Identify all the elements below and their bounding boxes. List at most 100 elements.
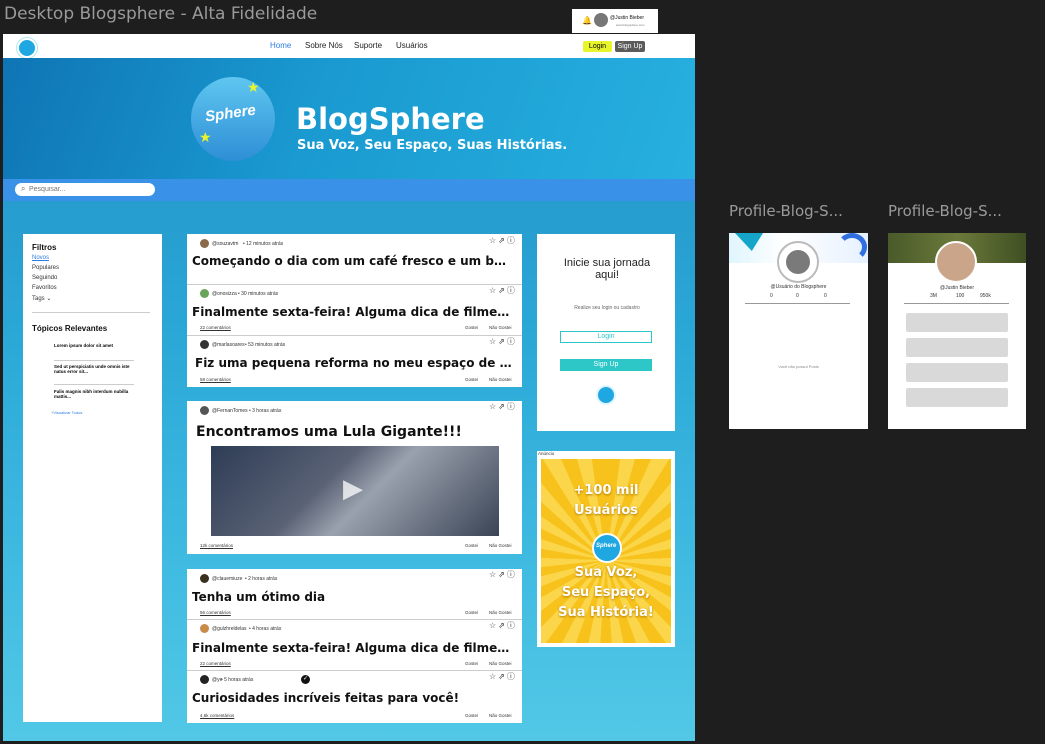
post-time: • 4 horas atrás: [249, 626, 282, 632]
topic-item[interactable]: Lorem ipsum dolor sit amet: [54, 343, 134, 348]
ad-logo-text: Sphere: [596, 543, 617, 549]
post-user[interactable]: @gulzhreldelas: [212, 626, 247, 632]
profile-frame: @Justin Bieber 3M 100 950k: [888, 233, 1026, 429]
post-card[interactable]: @gulzhreldelas • 4 horas atrás ☆⇗ⓘ Final…: [187, 620, 522, 670]
comments-link[interactable]: 4,6k comentários: [200, 713, 234, 718]
like-button[interactable]: Gostei: [465, 610, 478, 615]
hero-subtitle: Sua Voz, Seu Espaço, Suas Histórias.: [297, 138, 568, 153]
desktop-frame: Home Sobre Nós Suporte Usuários Login Si…: [3, 34, 695, 741]
dislike-button[interactable]: Não Gostei: [489, 713, 512, 718]
decor-shape: [837, 233, 867, 261]
comments-link[interactable]: 56 comentários: [200, 610, 231, 615]
login-panel-text: Realize seu login ou cadastro: [574, 305, 640, 311]
post-actions-icons[interactable]: ☆⇗ⓘ: [489, 671, 517, 682]
signup-button[interactable]: Sign Up: [615, 41, 645, 52]
post-actions-icons[interactable]: ☆⇗ⓘ: [489, 569, 517, 580]
post-skeleton: [906, 313, 1008, 332]
sphere-logo: Sphere ★ ★: [191, 77, 275, 161]
like-button[interactable]: Gostei: [465, 661, 478, 666]
post-card[interactable]: @clauemiuze • 2 horas atrás ☆⇗ⓘ Tenha um…: [187, 569, 522, 619]
like-button[interactable]: Gostei: [465, 325, 478, 330]
dislike-button[interactable]: Não Gostei: [489, 325, 512, 330]
comments-link[interactable]: 22 comentários: [200, 661, 231, 666]
avatar: [200, 239, 209, 248]
dislike-button[interactable]: Não Gostei: [489, 610, 512, 615]
divider: [54, 360, 134, 361]
login-panel: Inicie sua jornada aqui! Realize seu log…: [537, 234, 675, 431]
post-card[interactable]: @ye • 5 horas atrás ✓ ☆⇗ⓘ Curiosidades i…: [187, 671, 522, 723]
topic-item[interactable]: Sed ut perspiciatis unde omnis iste natu…: [54, 364, 134, 374]
hero-title: BlogSphere: [296, 102, 485, 136]
frame-title: Profile-Blog-S...: [729, 202, 843, 220]
nav-about[interactable]: Sobre Nós: [305, 41, 343, 50]
nav-users[interactable]: Usuários: [396, 41, 428, 50]
like-button[interactable]: Gostei: [465, 713, 478, 718]
dislike-button[interactable]: Não Gostei: [489, 661, 512, 666]
login-button[interactable]: Login: [583, 41, 612, 52]
avatar: [594, 13, 608, 27]
post-user[interactable]: @souzavtm: [212, 241, 238, 247]
post-card[interactable]: @FernanTomes • 3 horas atrás ☆⇗ⓘ Encontr…: [187, 401, 522, 554]
topics-title: Tópicos Relevantes: [32, 324, 108, 333]
post-user[interactable]: @onosizza: [212, 291, 237, 297]
dislike-button[interactable]: Não Gostei: [489, 377, 512, 382]
post-title[interactable]: Finalmente sexta-feira! Alguma dica de f…: [192, 641, 510, 655]
video-thumbnail[interactable]: ▶: [211, 446, 499, 536]
like-button[interactable]: Gostei: [465, 377, 478, 382]
filter-new[interactable]: Novos: [32, 255, 49, 261]
post-card[interactable]: @onosizza • 30 minutos atrás ☆⇗ⓘ Finalme…: [187, 285, 522, 335]
post-user[interactable]: @FernanTomes: [212, 408, 248, 414]
nav-home[interactable]: Home: [270, 41, 291, 50]
stat-followers: 3M: [930, 293, 937, 299]
comments-link[interactable]: 12k comentários: [200, 543, 233, 548]
stat-posts: 100: [956, 293, 965, 299]
ad-image[interactable]: +100 mil Usuários Sphere Sua Voz, Seu Es…: [541, 459, 671, 643]
post-title[interactable]: Começando o dia com um café fresco e um …: [192, 254, 510, 268]
login-panel-title: Inicie sua jornada aqui!: [563, 257, 651, 281]
comments-link[interactable]: 58 comentários: [200, 377, 231, 382]
like-button[interactable]: Gostei: [465, 543, 478, 548]
ad-banner[interactable]: Anúncio +100 mil Usuários Sphere Sua Voz…: [537, 451, 675, 647]
play-icon[interactable]: ▶: [343, 473, 363, 504]
post-title[interactable]: Curiosidades incríveis feitas para você!: [192, 691, 510, 705]
logo-icon[interactable]: [17, 38, 37, 58]
post-title[interactable]: Fiz uma pequena reforma no meu espaço de…: [195, 356, 513, 370]
post-title[interactable]: Finalmente sexta-feira! Alguma dica de f…: [192, 305, 510, 319]
divider: [32, 312, 150, 313]
post-actions-icons[interactable]: ☆⇗ⓘ: [489, 336, 517, 347]
post-actions-icons[interactable]: ☆⇗ⓘ: [489, 401, 517, 412]
post-title[interactable]: Tenha um ótimo dia: [192, 590, 510, 604]
user-chip[interactable]: 🔔 @Justin Bieber www.blogsphere.com: [572, 9, 658, 33]
post-time: • 2 horas atrás: [245, 576, 278, 582]
post-skeleton: [906, 363, 1008, 382]
post-actions-icons[interactable]: ☆⇗ⓘ: [489, 285, 517, 296]
comments-link[interactable]: 22 comentários: [200, 325, 231, 330]
filter-following[interactable]: Seguindo: [32, 275, 57, 281]
login-panel-signup-button[interactable]: Sign Up: [560, 359, 652, 371]
post-user[interactable]: @clauemiuze: [212, 576, 242, 582]
post-card[interactable]: @souzavtm • 12 minutos atrás ☆⇗ⓘ Começan…: [187, 234, 522, 284]
post-card[interactable]: @marlasoares • 53 minutos atrás ☆⇗ⓘ Fiz …: [187, 336, 522, 386]
post-actions-icons[interactable]: ☆⇗ⓘ: [489, 235, 517, 246]
filter-tags[interactable]: Tags ⌄: [32, 295, 51, 302]
avatar: [200, 289, 209, 298]
post-time: • 30 minutos atrás: [238, 291, 279, 297]
ad-label: Anúncio: [538, 451, 555, 456]
filter-tags-label: Tags: [32, 296, 45, 302]
ad-line: Sua História!: [558, 605, 654, 620]
search-input[interactable]: [15, 183, 155, 196]
user-chip-sub: www.blogsphere.com: [616, 23, 645, 27]
see-all-link[interactable]: +Visualizar Todos: [51, 410, 82, 415]
filter-favorites[interactable]: Favoritos: [32, 285, 57, 291]
bell-icon[interactable]: 🔔: [582, 16, 592, 25]
topic-item[interactable]: Falis magnis nibh interdum nubilla matti…: [54, 389, 134, 399]
dislike-button[interactable]: Não Gostei: [489, 543, 512, 548]
post-user[interactable]: @marlasoares: [212, 342, 245, 348]
login-panel-login-button[interactable]: Login: [560, 331, 652, 343]
filter-popular[interactable]: Populares: [32, 265, 59, 271]
post-title[interactable]: Encontramos uma Lula Gigante!!!: [196, 424, 514, 440]
logo-icon: Sphere: [592, 533, 622, 563]
nav-support[interactable]: Suporte: [354, 41, 382, 50]
post-actions-icons[interactable]: ☆⇗ⓘ: [489, 620, 517, 631]
divider: [904, 303, 1009, 304]
